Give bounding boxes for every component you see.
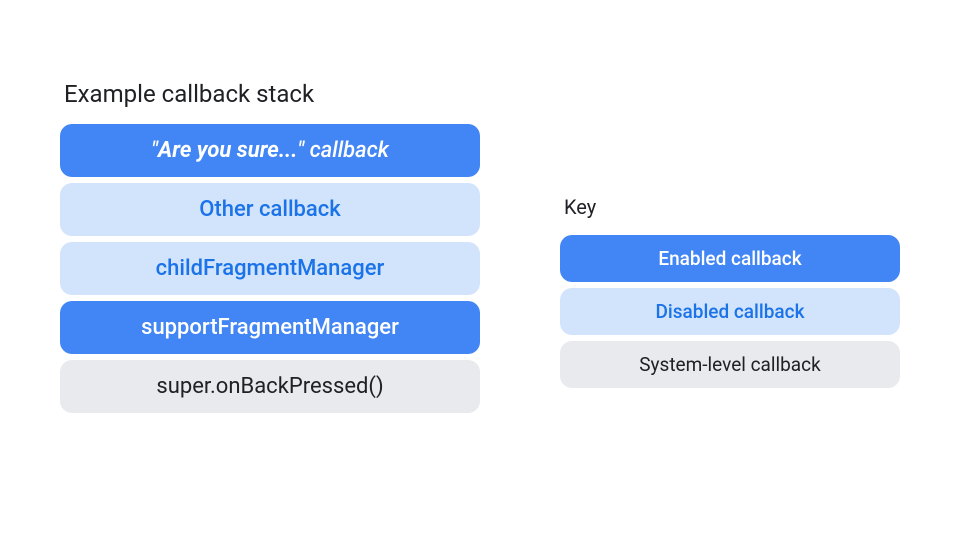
stack-item-are-you-sure: "Are you sure..." callback	[60, 124, 480, 177]
stack-item-child-fragment: childFragmentManager	[60, 242, 480, 295]
callback-stack-section: Example callback stack "Are you sure..."…	[60, 80, 480, 413]
quote-prefix: "	[151, 138, 158, 163]
legend-disabled: Disabled callback	[560, 288, 900, 335]
stack-title: Example callback stack	[60, 80, 480, 108]
legend-title: Key	[560, 195, 900, 219]
quote-emphasis: Are you sure...	[158, 138, 298, 163]
legend-section: Key Enabled callback Disabled callback S…	[560, 195, 900, 388]
callback-stack: "Are you sure..." callback Other callbac…	[60, 124, 480, 413]
diagram-container: Example callback stack "Are you sure..."…	[0, 0, 960, 493]
stack-item-other: Other callback	[60, 183, 480, 236]
quote-suffix: " callback	[297, 138, 389, 163]
legend-list: Enabled callback Disabled callback Syste…	[560, 235, 900, 388]
legend-system: System-level callback	[560, 341, 900, 388]
stack-item-super-back: super.onBackPressed()	[60, 360, 480, 413]
stack-item-support-fragment: supportFragmentManager	[60, 301, 480, 354]
legend-enabled: Enabled callback	[560, 235, 900, 282]
